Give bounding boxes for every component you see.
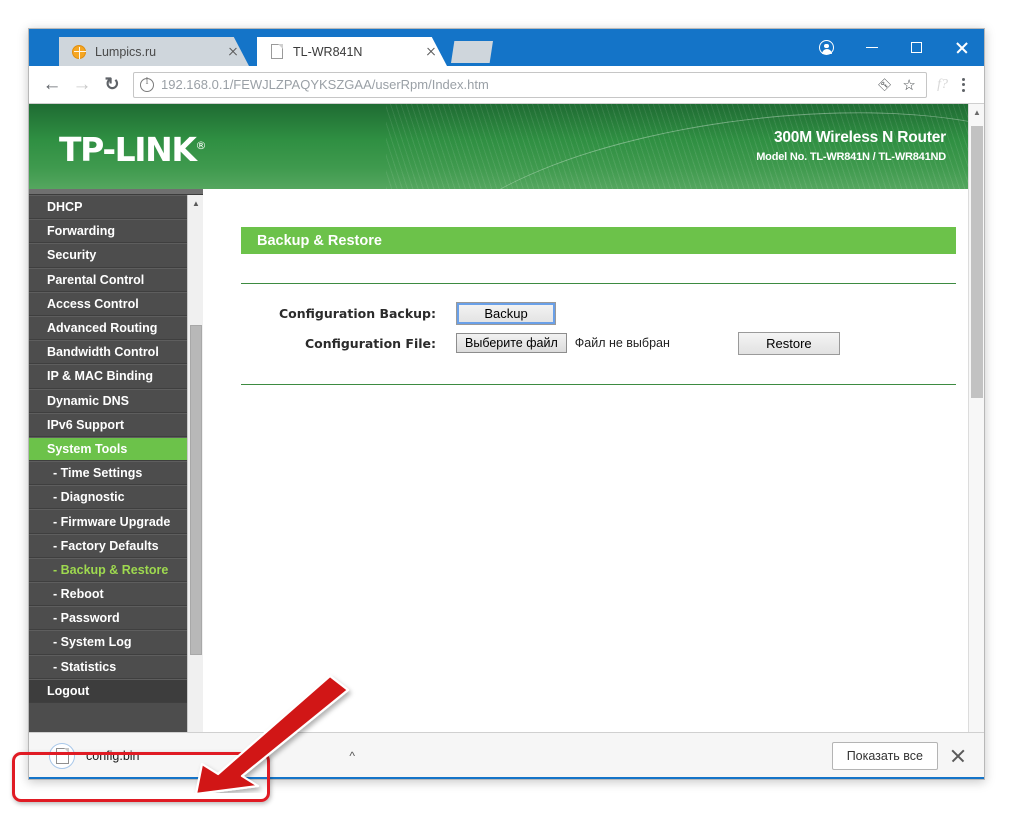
router-page: TP-LINK® 300M Wireless N Router Model No… — [29, 104, 968, 779]
tab-tl-wr841n[interactable]: TL-WR841N — [257, 37, 447, 66]
sidebar-item-backup-restore[interactable]: - Backup & Restore — [29, 557, 203, 582]
orange-circle-icon — [71, 44, 87, 60]
sidebar-item-time-settings[interactable]: - Time Settings — [29, 461, 203, 486]
tab-title: Lumpics.ru — [95, 44, 157, 59]
sidebar-item-system-log[interactable]: - System Log — [29, 630, 203, 655]
configuration-file-row: Configuration File: Выберите файл Файл н… — [241, 328, 956, 358]
scroll-up-icon[interactable]: ▲ — [188, 195, 203, 211]
sidebar-item-parental-control[interactable]: Parental Control — [29, 267, 203, 292]
minimize-icon[interactable] — [849, 29, 894, 66]
chevron-up-icon[interactable]: ^ — [339, 749, 365, 763]
sidebar-item-advanced-routing[interactable]: Advanced Routing — [29, 315, 203, 341]
sidebar-menu: DHCP Forwarding Security Parental Control Ac… — [29, 189, 203, 747]
sidebar-item-access-control[interactable]: Access Control — [29, 291, 203, 316]
tab-title: TL-WR841N — [293, 44, 363, 59]
back-arrow-icon[interactable]: ← — [37, 70, 67, 100]
browser-window: Lumpics.ru TL-WR841N ← → ↻ 1 — [28, 28, 985, 780]
star-bookmark-icon[interactable]: ☆ — [898, 74, 920, 96]
browser-vertical-scrollbar[interactable]: ▲ ▼ — [968, 104, 984, 779]
tab-strip: Lumpics.ru TL-WR841N — [29, 29, 984, 66]
backup-button[interactable]: Backup — [456, 301, 556, 325]
sidebar-item-password[interactable]: - Password — [29, 606, 203, 631]
header-swoosh-decoration — [419, 104, 968, 189]
router-model-number: Model No. TL-WR841N / TL-WR841ND — [756, 151, 946, 163]
content-panel: Backup & Restore Configuration Backup: B… — [219, 189, 956, 747]
restore-button[interactable]: Restore — [737, 331, 840, 355]
extension-icon[interactable]: f? — [937, 77, 948, 93]
shelf-accent-line — [29, 777, 984, 779]
document-icon — [49, 743, 75, 769]
registered-mark: ® — [195, 139, 207, 152]
sidebar-item-dhcp[interactable]: DHCP — [29, 195, 203, 220]
sidebar-item-dynamic-dns[interactable]: Dynamic DNS — [29, 388, 203, 413]
three-dot-menu-icon[interactable] — [952, 77, 974, 92]
sidebar-item-firmware-upgrade[interactable]: - Firmware Upgrade — [29, 509, 203, 534]
tab-lumpics[interactable]: Lumpics.ru — [59, 37, 249, 66]
file-status-text: Файл не выбран — [574, 336, 670, 350]
sidebar-item-logout[interactable]: Logout — [29, 678, 203, 703]
document-icon — [269, 44, 285, 60]
sidebar-item-statistics[interactable]: - Statistics — [29, 654, 203, 679]
window-controls — [804, 29, 984, 66]
backup-restore-form: Configuration Backup: Backup Configurati… — [241, 284, 956, 358]
close-icon[interactable] — [225, 44, 241, 60]
sidebar-item-list: DHCP Forwarding Security Parental Control Ac… — [29, 195, 203, 703]
sidebar-item-factory-defaults[interactable]: - Factory Defaults — [29, 533, 203, 558]
router-header-banner: TP-LINK® 300M Wireless N Router Model No… — [29, 104, 968, 189]
address-bar[interactable]: 192.168.0.1/FEWJLZPAQYKSZGAA/userRpm/Ind… — [133, 71, 928, 98]
configuration-backup-row: Configuration Backup: Backup — [241, 298, 956, 328]
sidebar-item-ipv6-support[interactable]: IPv6 Support — [29, 412, 203, 437]
sidebar-item-reboot[interactable]: - Reboot — [29, 582, 203, 607]
divider-bottom — [241, 384, 956, 385]
profile-icon[interactable] — [804, 29, 849, 66]
download-item[interactable]: config.bin ^ — [41, 740, 371, 773]
page-title: Backup & Restore — [241, 227, 956, 254]
sidebar-item-forwarding[interactable]: Forwarding — [29, 219, 203, 244]
configuration-file-label: Configuration File: — [304, 335, 436, 351]
download-shelf: config.bin ^ Показать все — [29, 732, 984, 779]
close-icon[interactable] — [423, 44, 439, 60]
sidebar-item-diagnostic[interactable]: - Diagnostic — [29, 485, 203, 510]
new-tab-button[interactable] — [451, 41, 493, 63]
sidebar-item-ip-mac-binding[interactable]: IP & MAC Binding — [29, 364, 203, 389]
url-host: 192.168.0.1 — [161, 77, 230, 92]
close-icon[interactable] — [939, 29, 984, 66]
file-picker[interactable]: Выберите файл Файл не выбран — [456, 333, 670, 353]
choose-file-button[interactable]: Выберите файл — [456, 333, 567, 353]
browser-toolbar: ← → ↻ 192.168.0.1/FEWJLZPAQYKSZGAA/userR… — [29, 66, 984, 104]
configuration-backup-label: Configuration Backup: — [278, 305, 436, 321]
key-icon[interactable]: ⚿ — [874, 74, 896, 96]
show-all-downloads-button[interactable]: Показать все — [831, 742, 938, 770]
tplink-logo: TP-LINK® — [59, 130, 207, 169]
router-body: DHCP Forwarding Security Parental Control Ac… — [29, 189, 968, 779]
scroll-up-icon[interactable]: ▲ — [969, 104, 984, 121]
screenshot-root: Lumpics.ru TL-WR841N ← → ↻ 1 — [0, 0, 1013, 833]
sidebar-item-bandwidth-control[interactable]: Bandwidth Control — [29, 340, 203, 365]
sidebar-item-system-tools[interactable]: System Tools — [29, 436, 203, 462]
sidebar-scroll-thumb[interactable] — [190, 325, 202, 655]
sidebar-scrollbar[interactable]: ▲ ▼ — [187, 195, 203, 747]
download-file-name: config.bin — [86, 749, 140, 763]
reload-icon[interactable]: ↻ — [97, 70, 127, 100]
page-viewport: TP-LINK® 300M Wireless N Router Model No… — [29, 104, 984, 779]
forward-arrow-icon: → — [72, 74, 92, 95]
url-path: /FEWJLZPAQYKSZGAA/userRpm/Index.htm — [229, 77, 489, 92]
info-icon[interactable] — [140, 76, 154, 92]
vertical-scroll-thumb[interactable] — [971, 126, 983, 398]
router-model-title: 300M Wireless N Router — [773, 129, 946, 146]
sidebar-item-security[interactable]: Security — [29, 243, 203, 268]
close-icon[interactable] — [950, 748, 966, 764]
router-model-info: 300M Wireless N Router Model No. TL-WR84… — [756, 129, 946, 163]
maximize-icon[interactable] — [894, 29, 939, 66]
